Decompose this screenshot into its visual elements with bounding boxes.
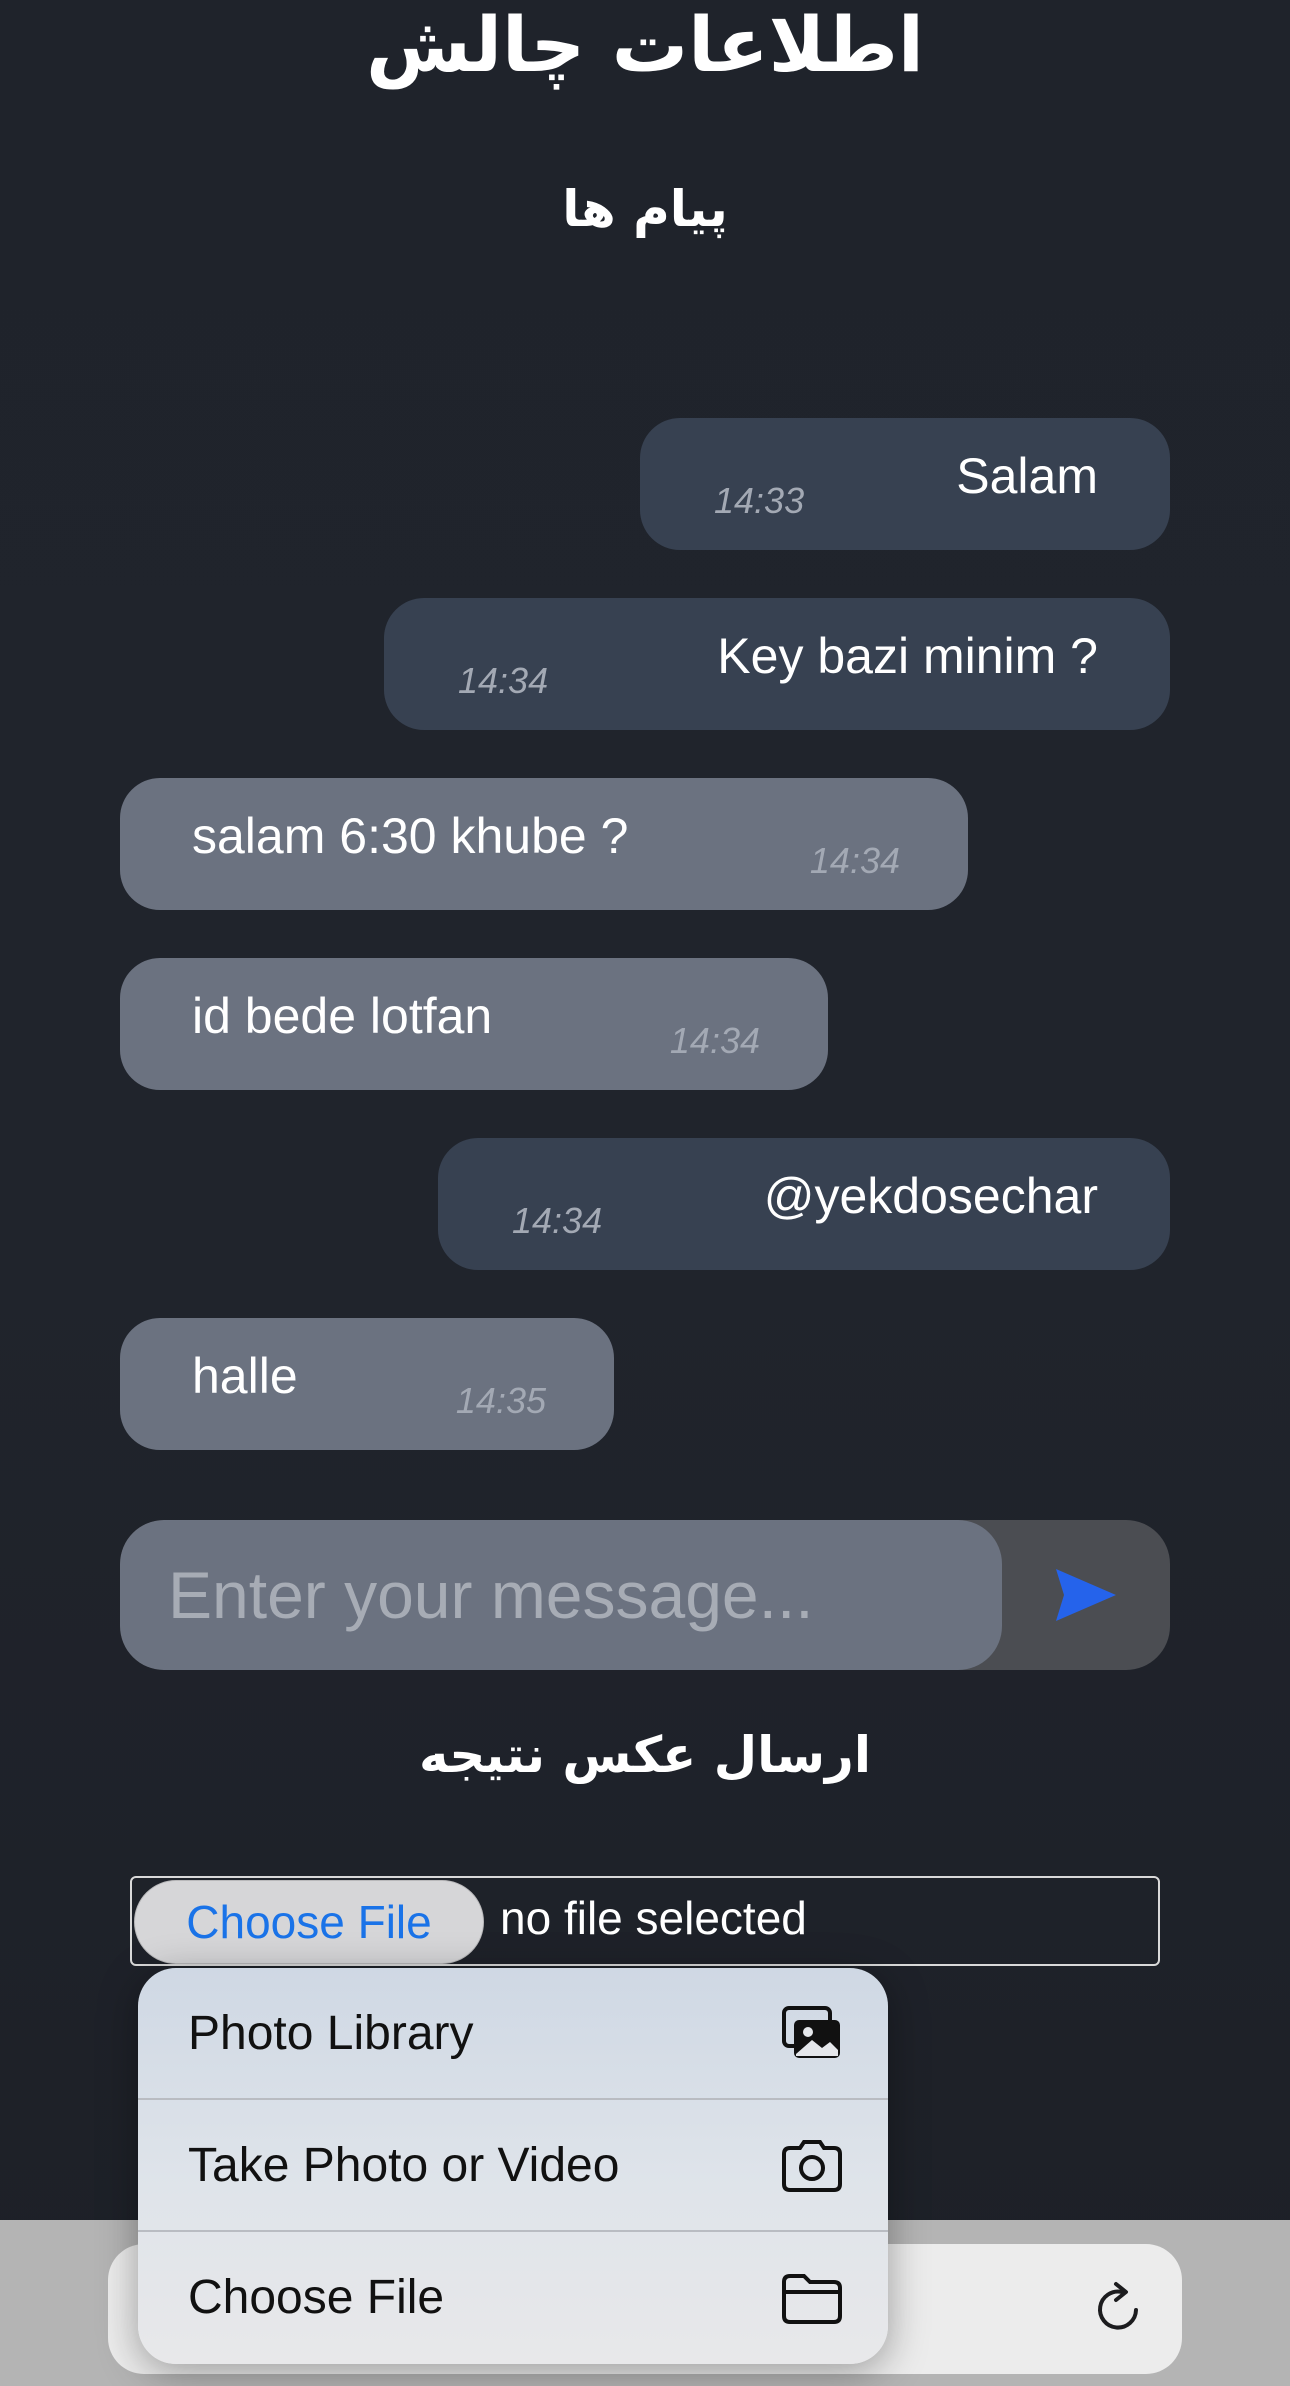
- folder-icon: [782, 2274, 842, 2324]
- choose-file-button[interactable]: Choose File: [134, 1880, 484, 1964]
- reload-icon: [1098, 2282, 1138, 2330]
- menu-item-take-photo[interactable]: Take Photo or Video: [138, 2100, 888, 2232]
- message-time: 14:35: [455, 1380, 546, 1421]
- message-bubble-sent: Key bazi minim ? 14:34: [384, 598, 1170, 730]
- message-bubble-sent: Salam 14:33: [640, 418, 1170, 550]
- message-text: Salam: [956, 448, 1098, 504]
- message-text: id bede lotfan: [192, 988, 493, 1044]
- menu-item-label: Photo Library: [188, 2007, 474, 2060]
- message-bubble-sent: @yekdosechar 14:34: [438, 1138, 1170, 1270]
- menu-item-photo-library[interactable]: Photo Library: [138, 1968, 888, 2100]
- message-bubble-received: salam 6:30 khube ? 14:34: [120, 778, 968, 910]
- menu-item-label: Take Photo or Video: [188, 2139, 620, 2192]
- message-text: halle: [192, 1348, 298, 1404]
- file-status: no file selected: [500, 1892, 807, 1944]
- reload-button[interactable]: [1080, 2270, 1160, 2350]
- message-time: 14:34: [809, 840, 900, 881]
- message-time: 14:34: [458, 660, 549, 701]
- message-bubble-received: halle 14:35: [120, 1318, 614, 1450]
- camera-icon: [782, 2140, 842, 2192]
- upload-heading: ارسال عکس نتیجه: [419, 1726, 871, 1784]
- message-time: 14:34: [512, 1200, 603, 1241]
- message-bubble-received: id bede lotfan 14:34: [120, 958, 828, 1090]
- photo-library-icon: [782, 2006, 840, 2058]
- message-time: 14:34: [669, 1020, 760, 1061]
- message-text: salam 6:30 khube ?: [192, 808, 629, 864]
- message-composer: [120, 1520, 1170, 1670]
- message-text: @yekdosechar: [763, 1168, 1098, 1224]
- file-picker-menu: Photo Library Take Photo or Video Choose…: [138, 1968, 888, 2364]
- send-icon: [1056, 1569, 1116, 1621]
- page-title: اطلاعات چالش: [366, 0, 924, 89]
- message-time: 14:33: [714, 480, 805, 521]
- file-input[interactable]: Choose File no file selected: [130, 1876, 1160, 1966]
- messages-heading: پیام ها: [562, 180, 728, 238]
- menu-item-choose-file[interactable]: Choose File: [138, 2232, 888, 2364]
- message-input[interactable]: [120, 1520, 1002, 1670]
- message-text: Key bazi minim ?: [717, 628, 1098, 684]
- send-button[interactable]: [1002, 1520, 1170, 1670]
- menu-item-label: Choose File: [188, 2271, 445, 2324]
